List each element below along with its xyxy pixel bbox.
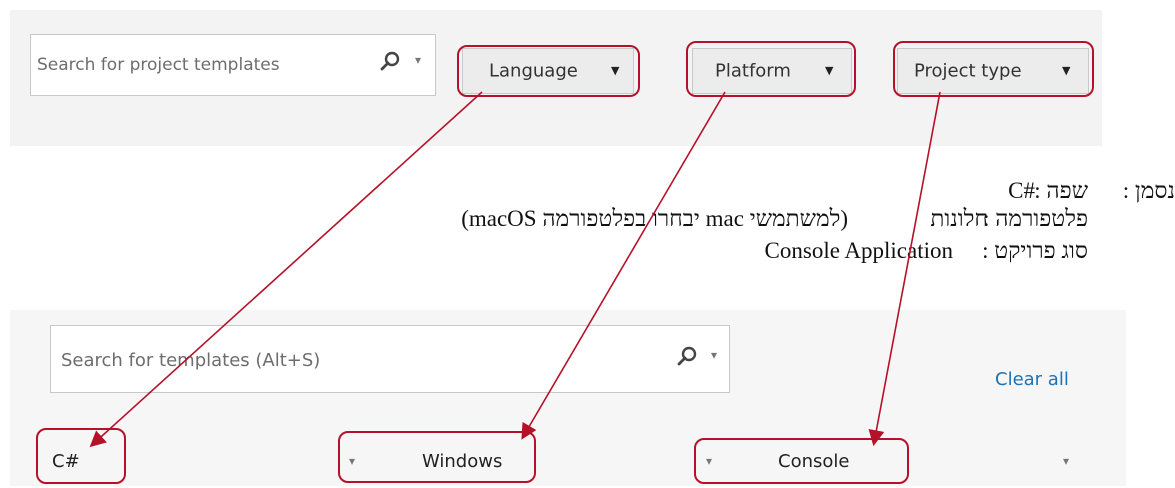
platform-value-highlight bbox=[338, 431, 536, 483]
template-search-input[interactable]: Search for templates (Alt+S) ▾ bbox=[50, 325, 730, 393]
instruction-platform-note: (למשתמשי mac יבחרו בפלטפורמה macOS) bbox=[461, 206, 848, 231]
clear-all-link[interactable]: Clear all bbox=[995, 369, 1069, 390]
project-template-search-input[interactable]: Search for project templates ▾ bbox=[30, 34, 436, 96]
search-icon[interactable] bbox=[379, 51, 401, 73]
language-value-text: C# bbox=[1008, 178, 1035, 203]
search-icon[interactable] bbox=[676, 346, 698, 368]
search-placeholder: Search for project templates bbox=[37, 55, 280, 75]
instruction-type-key: סוג פרויקט : bbox=[982, 238, 1088, 263]
instruction-lead: נסמן : bbox=[1122, 178, 1175, 203]
platform-highlight bbox=[686, 41, 856, 97]
project-type-highlight bbox=[893, 41, 1094, 97]
language-value-highlight bbox=[36, 428, 126, 484]
instruction-type-value: Console Application bbox=[765, 238, 953, 264]
chevron-down-icon[interactable]: ▾ bbox=[1063, 454, 1069, 468]
instruction-platform-value: חלונות bbox=[930, 206, 988, 231]
search-placeholder: Search for templates (Alt+S) bbox=[61, 350, 321, 371]
type-value-text: Console Application bbox=[764, 238, 953, 263]
instruction-language-key: שפה : bbox=[1034, 178, 1088, 203]
project-type-value-highlight bbox=[694, 438, 909, 484]
chevron-down-icon[interactable]: ▾ bbox=[711, 348, 717, 362]
chevron-down-icon[interactable]: ▾ bbox=[415, 53, 421, 67]
instruction-language-value: C# bbox=[1008, 178, 1035, 204]
instruction-platform-key: פלטפורמה : bbox=[983, 206, 1088, 231]
language-highlight bbox=[457, 45, 640, 97]
